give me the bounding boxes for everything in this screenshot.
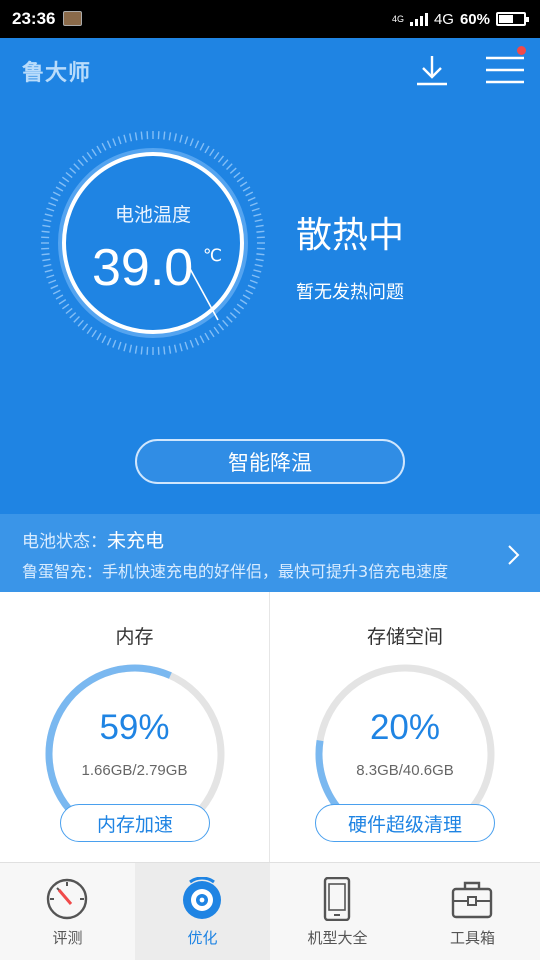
speedometer-icon: [46, 878, 88, 920]
chevron-right-icon: [508, 545, 520, 565]
status-indicators: 4G 4G 60%: [391, 9, 529, 29]
status-bar: 23:36 4G 4G 60%: [0, 0, 540, 38]
hardware-clean-button[interactable]: 硬件超级清理: [315, 804, 495, 842]
network-label: 4G: [433, 10, 454, 28]
tab-device-models[interactable]: 机型大全: [270, 863, 405, 960]
download-icon[interactable]: [414, 52, 450, 88]
temperature-unit: ℃: [203, 246, 223, 266]
gallery-notification-icon: [63, 11, 82, 26]
tab-label: 工具箱: [449, 929, 495, 947]
battery-temperature-value: 39.0: [92, 239, 194, 297]
battery-state-value: 未充电: [107, 530, 165, 552]
tab-label: 机型大全: [307, 929, 368, 947]
app-logo: 鲁大师: [22, 61, 92, 86]
toolbox-icon: [451, 881, 493, 919]
battery-state: 电池状态：未充电: [22, 526, 164, 553]
network-small-label: 4G: [391, 13, 404, 24]
battery-percent: 60%: [459, 10, 490, 28]
menu-icon[interactable]: [484, 52, 526, 88]
tab-label: 评测: [52, 929, 83, 947]
bottom-nav: 评测 优化 机型大全 工具箱: [0, 862, 540, 960]
cooling-status: 散热中: [296, 215, 405, 256]
notification-dot: [517, 46, 526, 55]
storage-card: 存储空间 20% 8.3GB/40.6GB 硬件超级清理: [270, 592, 540, 862]
signal-icon: [409, 12, 428, 26]
optimize-icon: [183, 877, 221, 919]
fast-charge-promo: 鲁蛋智充：手机快速充电的好伴侣，最快可提升3倍充电速度: [22, 562, 449, 581]
storage-percent: 20%: [369, 708, 441, 747]
status-time: 23:36: [12, 9, 56, 28]
smart-cooling-button[interactable]: 智能降温: [135, 439, 405, 484]
charge-info-banner[interactable]: 电池状态：未充电 鲁蛋智充：手机快速充电的好伴侣，最快可提升3倍充电速度: [0, 514, 540, 592]
battery-temperature-label: 电池温度: [114, 204, 191, 226]
memory-detail: 1.66GB/2.79GB: [81, 762, 188, 779]
tab-toolbox[interactable]: 工具箱: [405, 863, 540, 960]
resource-cards: 内存 59% 1.66GB/2.79GB 内存加速 存储空间 20% 8.3GB…: [0, 592, 540, 862]
battery-state-label: 电池状态：: [22, 532, 107, 552]
storage-detail: 8.3GB/40.6GB: [356, 762, 454, 779]
heat-issue-status: 暂无发热问题: [296, 282, 404, 303]
memory-title: 内存: [115, 626, 154, 648]
phone-icon: [323, 877, 351, 921]
battery-icon: [496, 12, 529, 26]
tab-label: 优化: [187, 929, 218, 947]
tab-optimize[interactable]: 优化: [135, 863, 270, 960]
tab-benchmark[interactable]: 评测: [0, 863, 135, 960]
memory-card: 内存 59% 1.66GB/2.79GB 内存加速: [0, 592, 270, 862]
battery-temperature-panel: 鲁大师 电池温度 39.0 ℃ 散热中 暂无发热问题 智能降温: [0, 38, 540, 514]
memory-boost-button[interactable]: 内存加速: [60, 804, 210, 842]
memory-percent: 59%: [99, 708, 170, 747]
storage-title: 存储空间: [366, 626, 443, 648]
